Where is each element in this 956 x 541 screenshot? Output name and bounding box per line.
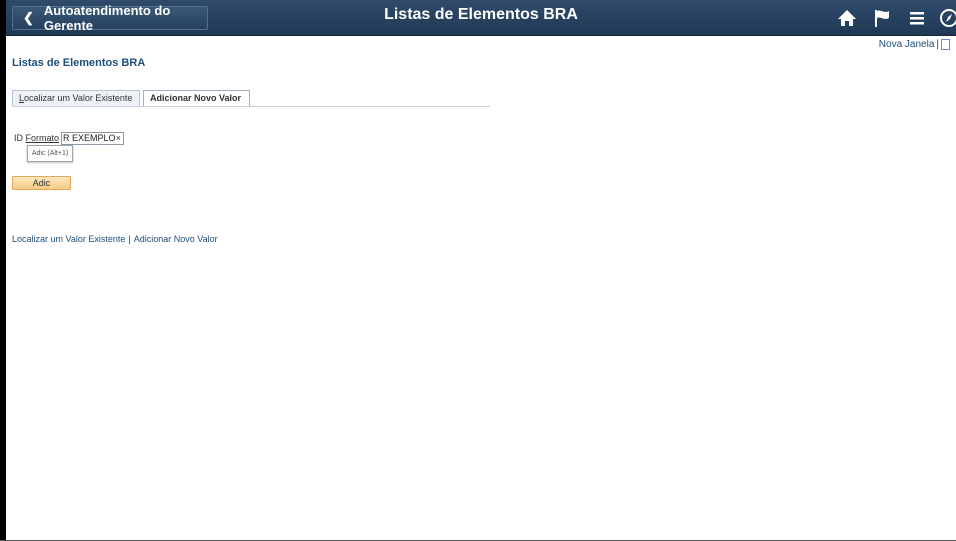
tab-find-existing[interactable]: Localizar um Valor Existente bbox=[12, 90, 140, 106]
tab-label: ocalizar um Valor Existente bbox=[24, 93, 133, 103]
help-icon[interactable] bbox=[941, 39, 950, 50]
bottom-links: Localizar um Valor Existente | Adicionar N… bbox=[12, 234, 218, 244]
menu-icon[interactable] bbox=[906, 8, 928, 28]
format-id-label: ID Formato bbox=[14, 133, 59, 143]
back-button[interactable]: ❮ Autoatendimento do Gerente bbox=[12, 3, 208, 33]
header-title: Listas de Elementos BRA bbox=[384, 6, 578, 23]
label-link[interactable]: Formato bbox=[26, 133, 60, 143]
back-button-label: Autoatendimento do Gerente bbox=[43, 3, 171, 33]
window-left-border bbox=[0, 0, 6, 541]
format-id-value: R EXEMPLO bbox=[63, 133, 116, 143]
tab-add-new[interactable]: Adicionar Novo Valor bbox=[143, 90, 250, 106]
separator: | bbox=[936, 39, 939, 51]
flag-icon[interactable] bbox=[872, 8, 894, 28]
add-button[interactable]: Adic bbox=[12, 176, 71, 190]
compass-icon[interactable] bbox=[938, 8, 956, 28]
separator: | bbox=[128, 234, 131, 244]
label-prefix: ID bbox=[14, 133, 26, 143]
home-icon[interactable] bbox=[836, 8, 858, 28]
format-id-input[interactable]: R EXEMPLO × bbox=[61, 132, 124, 145]
header-bar: ❮ Autoatendimento do Gerente Listas de E… bbox=[6, 0, 956, 36]
chevron-left-icon: ❮ bbox=[23, 10, 34, 25]
new-window-link[interactable]: Nova Janela bbox=[879, 39, 935, 50]
tab-underline bbox=[12, 106, 490, 107]
clear-icon[interactable]: × bbox=[116, 133, 121, 144]
top-links: Nova Janela | bbox=[879, 39, 950, 50]
add-new-link[interactable]: Adicionar Novo Valor bbox=[134, 234, 218, 244]
add-tooltip: Adic (Alt+1) bbox=[27, 145, 73, 162]
find-existing-link[interactable]: Localizar um Valor Existente bbox=[12, 234, 125, 244]
page-title: Listas de Elementos BRA bbox=[12, 57, 146, 69]
